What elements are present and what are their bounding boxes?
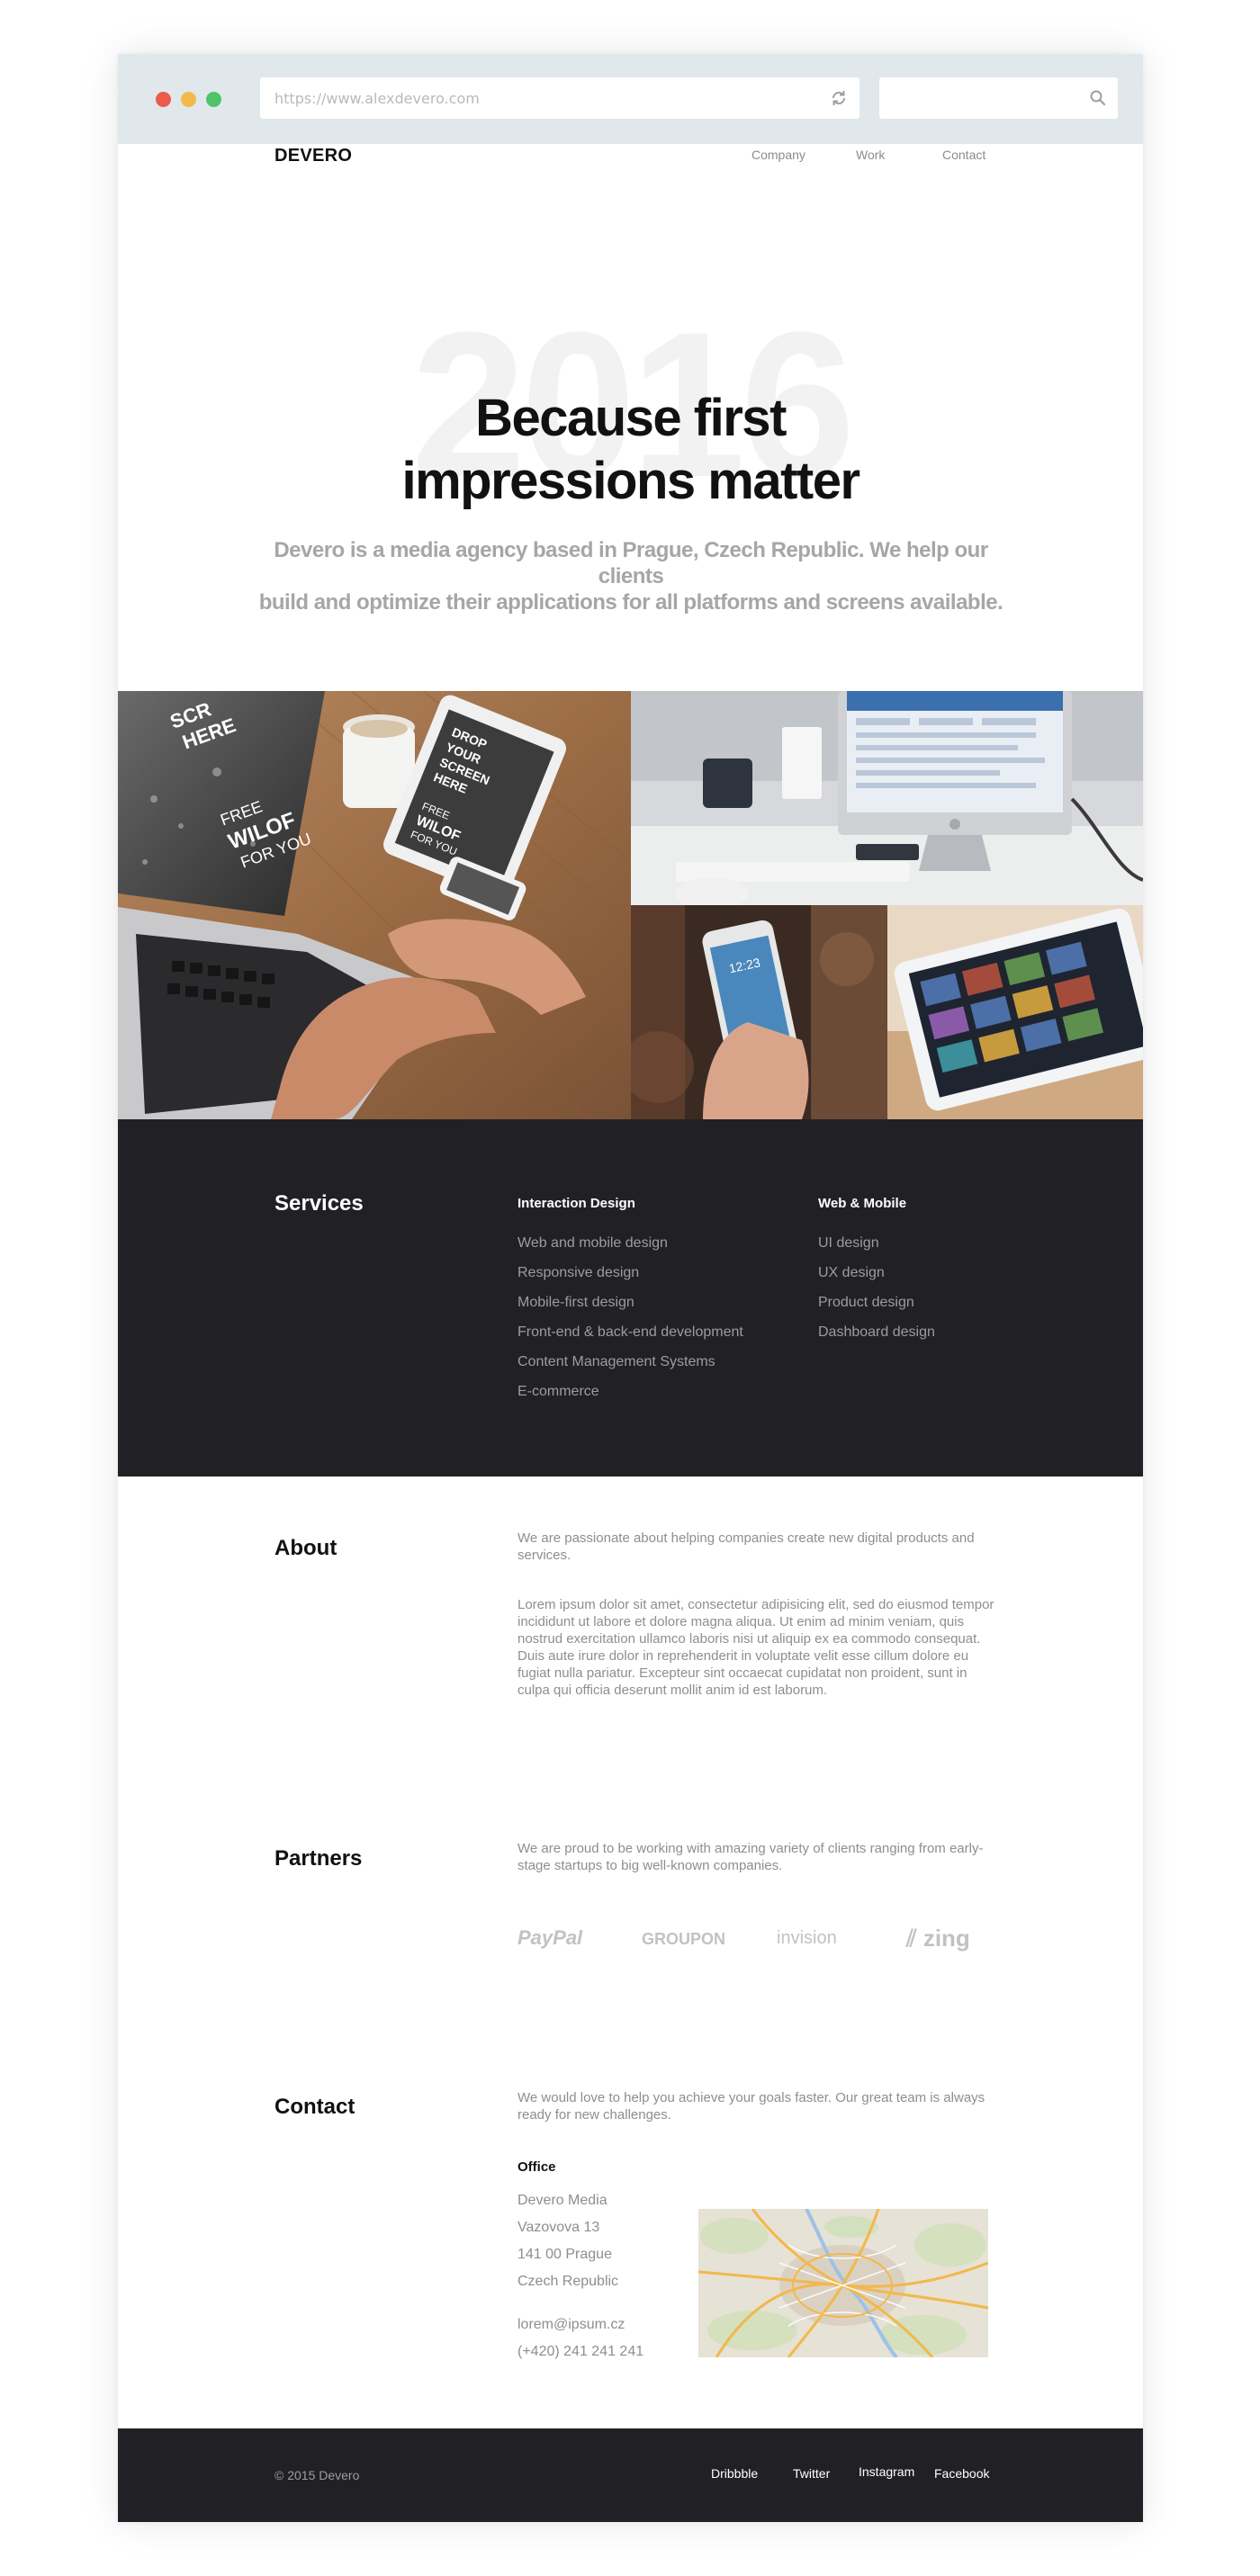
url-text: https://www.alexdevero.com (274, 90, 480, 107)
hero-title: Because first impressions matter (118, 387, 1143, 513)
partner-logos: PayPal GROUPON invision ⫽ zing (518, 1919, 994, 1964)
nav-link-contact[interactable]: Contact (942, 148, 986, 162)
list-item: Responsive design (518, 1265, 640, 1280)
list-item: Product design (818, 1295, 914, 1310)
office-heading: Office (518, 2159, 556, 2175)
footer-link-instagram[interactable]: Instagram (859, 2464, 914, 2479)
office-map[interactable] (698, 2209, 988, 2357)
photo-iphone-hand: 12:23 (631, 905, 887, 1119)
footer-link-twitter[interactable]: Twitter (793, 2466, 830, 2481)
nav-link-work[interactable]: Work (856, 148, 885, 162)
about-intro: We are passionate about helping companie… (518, 1530, 975, 1563)
partner-logo-paypal: PayPal (518, 1926, 583, 1949)
search-icon[interactable] (1089, 89, 1107, 107)
hero-title-line-2: impressions matter (401, 452, 860, 510)
maximize-window-button[interactable] (206, 92, 221, 107)
copyright-text: © 2015 Devero (274, 2468, 360, 2482)
map-image (698, 2209, 988, 2357)
about-title: About (274, 1536, 338, 1560)
contact-email[interactable]: lorem@ipsum.cz (518, 2317, 625, 2333)
address-line-1: Devero Media (518, 2193, 608, 2208)
contact-phone[interactable]: (+420) 241 241 241 (518, 2344, 644, 2360)
contact-title: Contact (274, 2095, 356, 2119)
list-item: E-commerce (518, 1384, 599, 1399)
list-item: Content Management Systems (518, 1354, 716, 1369)
photo-imac-desk (631, 691, 1143, 905)
address-line-4: Czech Republic (518, 2274, 619, 2289)
services-col2-heading: Web & Mobile (818, 1196, 907, 1211)
nav-link-company[interactable]: Company (752, 148, 806, 162)
zing-mark-icon: ⫽ (906, 1925, 923, 1952)
iphone-hand-image: 12:23 (631, 905, 887, 1119)
list-item: Front-end & back-end development (518, 1324, 743, 1340)
services-col1-list: Web and mobile design Responsive design … (518, 1234, 743, 1413)
contact-intro: We would love to help you achieve your g… (518, 2090, 986, 2123)
services-title: Services (274, 1191, 364, 1216)
hero-subtitle-line-1: Devero is a media agency based in Prague… (274, 538, 988, 588)
hero-title-line-1: Because first (475, 389, 787, 447)
partner-logo-groupon: GROUPON (642, 1930, 726, 1948)
photo-laptop-desk: SCR HERE FREE WILOF FOR YOU DROP YOUR SC… (118, 691, 631, 1119)
browser-search-field[interactable] (879, 77, 1118, 119)
partner-logo-zing-text: zing (922, 1925, 970, 1952)
footer-link-dribbble[interactable]: Dribbble (711, 2466, 758, 2481)
list-item: Mobile-first design (518, 1295, 634, 1310)
browser-toolbar: https://www.alexdevero.com (118, 54, 1143, 144)
partners-title: Partners (274, 1846, 363, 1871)
site-logo[interactable]: DEVERO (274, 146, 352, 166)
about-body: Lorem ipsum dolor sit amet, consectetur … (518, 1597, 994, 1698)
site-footer: © 2015 Devero Dribbble Twitter Instagram… (118, 2428, 1143, 2522)
laptop-desk-image: SCR HERE FREE WILOF FOR YOU DROP YOUR SC… (118, 691, 631, 1119)
hero-subtitle-line-2: build and optimize their applications fo… (258, 590, 1004, 615)
browser-window: https://www.alexdevero.com DEVERO Compan… (118, 54, 1143, 2522)
list-item: Dashboard design (818, 1324, 935, 1340)
partner-logo-zing: ⫽ zing (906, 1925, 970, 1953)
photo-gallery: SCR HERE FREE WILOF FOR YOU DROP YOUR SC… (118, 691, 1143, 1119)
list-item: UI design (818, 1235, 879, 1251)
services-col2-list: UI design UX design Product design Dashb… (818, 1234, 935, 1353)
partners-intro: We are proud to be working with amazing … (518, 1841, 984, 1873)
partner-logo-invision: invision (777, 1928, 837, 1948)
list-item: UX design (818, 1265, 885, 1280)
address-line-2: Vazovova 13 (518, 2220, 600, 2235)
list-item: Web and mobile design (518, 1235, 668, 1251)
address-line-3: 141 00 Prague (518, 2247, 612, 2262)
hero-subtitle: Devero is a media agency based in Prague… (244, 537, 1018, 615)
minimize-window-button[interactable] (181, 92, 196, 107)
footer-link-facebook[interactable]: Facebook (934, 2466, 989, 2481)
services-section: Services Interaction Design Web and mobi… (118, 1119, 1143, 1476)
services-col1-heading: Interaction Design (518, 1196, 635, 1211)
tablet-table-image (887, 905, 1143, 1119)
imac-desk-image (631, 691, 1143, 905)
photo-tablet-table (887, 905, 1143, 1119)
reload-icon[interactable] (829, 88, 849, 108)
address-bar[interactable]: https://www.alexdevero.com (260, 77, 860, 119)
close-window-button[interactable] (156, 92, 171, 107)
